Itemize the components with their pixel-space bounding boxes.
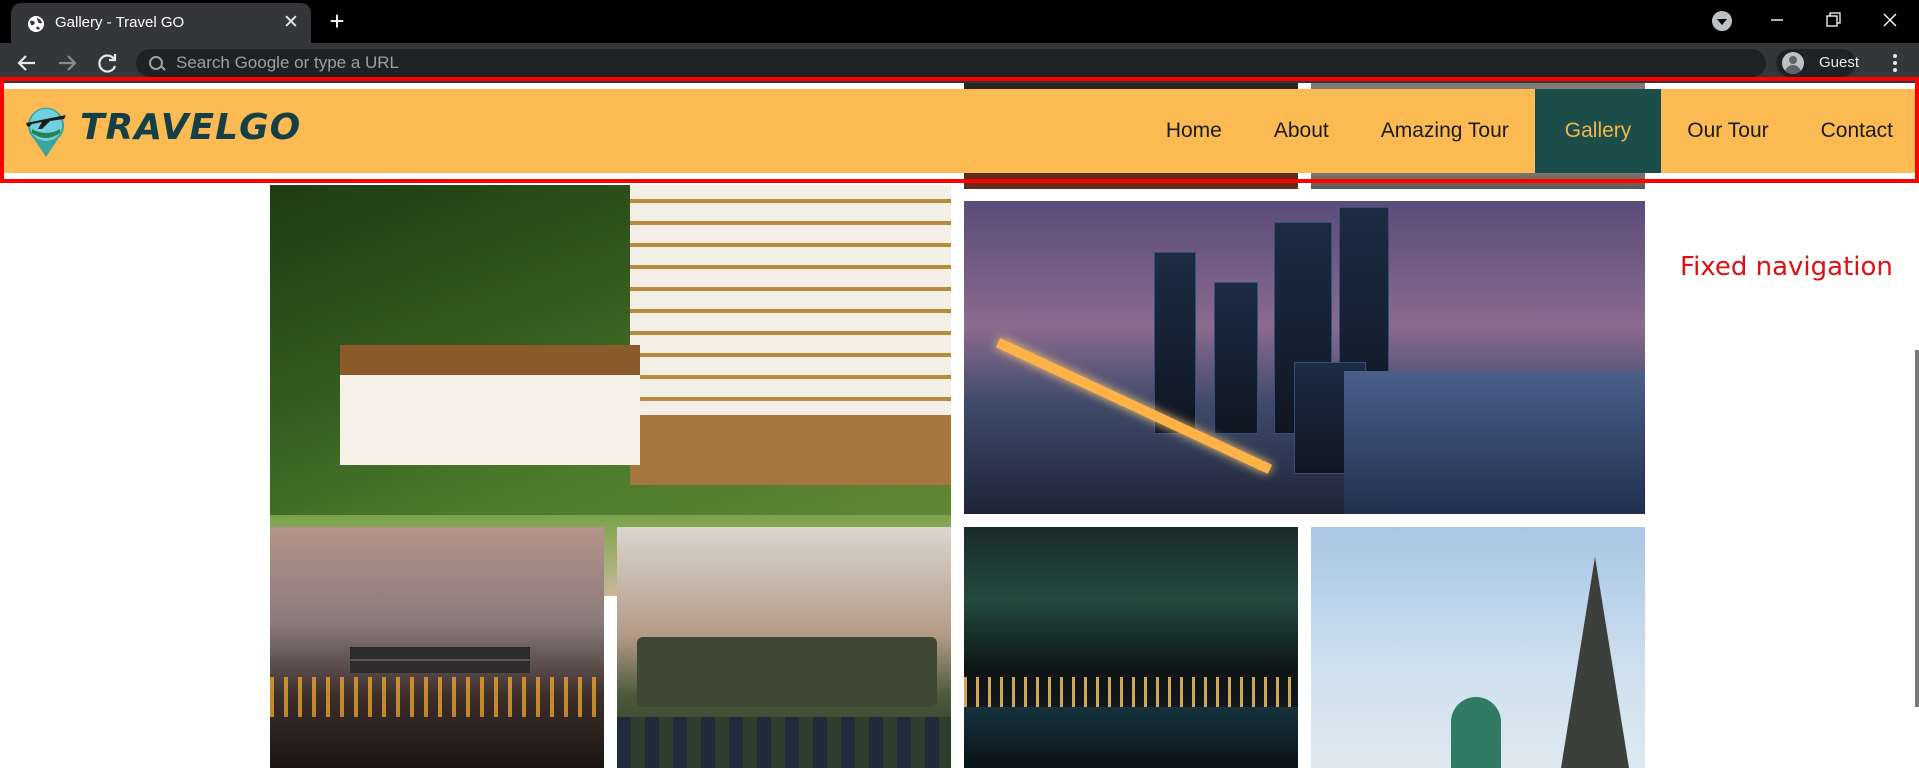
gallery-photo-canal[interactable] (270, 527, 604, 768)
photo-vehicle (637, 637, 937, 707)
nav-item-amazing-tour[interactable]: Amazing Tour (1355, 89, 1535, 173)
forward-arrow-icon[interactable] (51, 47, 83, 79)
address-bar[interactable]: Search Google or type a URL (136, 49, 1766, 77)
photo-dome (1451, 697, 1501, 768)
browser-tab-strip: Gallery - Travel GO ✕ + (0, 0, 1919, 43)
back-arrow-icon[interactable] (11, 47, 43, 79)
fixed-navigation-bar: TRAVELGO Home About Amazing Tour Gallery… (0, 89, 1919, 173)
photo-crowd (617, 717, 951, 768)
photo-lights (270, 677, 604, 717)
photo-river (1344, 371, 1644, 514)
photo-water (964, 707, 1298, 768)
avatar-icon (1782, 52, 1804, 74)
browser-tab[interactable]: Gallery - Travel GO ✕ (11, 3, 311, 43)
nav-item-home[interactable]: Home (1140, 89, 1248, 173)
nav-item-gallery[interactable]: Gallery (1534, 89, 1662, 173)
scrollbar-thumb[interactable] (1915, 350, 1919, 707)
nav-item-about[interactable]: About (1248, 89, 1355, 173)
gallery-photo-parade[interactable] (617, 527, 951, 768)
photo-lights (964, 677, 1298, 707)
travel-pin-icon (26, 107, 66, 157)
kebab-menu-icon[interactable] (1885, 51, 1905, 75)
profile-button[interactable]: Guest (1776, 49, 1860, 77)
logo-text: TRAVELGO (80, 107, 302, 148)
tab-search-icon[interactable] (1712, 11, 1732, 31)
globe-icon (28, 16, 44, 32)
reload-icon[interactable] (92, 47, 124, 79)
profile-label: Guest (1819, 54, 1860, 71)
gallery-grid (0, 83, 1919, 768)
search-icon (149, 56, 163, 70)
annotation-label: Fixed navigation (1680, 252, 1893, 282)
main-menu: Home About Amazing Tour Gallery Our Tour… (1140, 89, 1919, 173)
nav-item-contact[interactable]: Contact (1795, 89, 1919, 173)
address-placeholder: Search Google or type a URL (176, 53, 400, 72)
browser-toolbar: Search Google or type a URL Guest (0, 43, 1919, 83)
minimize-icon[interactable] (1762, 5, 1792, 35)
window-close-icon[interactable] (1875, 5, 1905, 35)
gallery-photo-night-kremlin[interactable] (964, 527, 1298, 768)
gallery-photo-church[interactable] (1311, 527, 1645, 768)
restore-icon[interactable] (1818, 5, 1848, 35)
photo-building (630, 185, 951, 485)
photo-spire (1561, 557, 1629, 768)
plus-icon[interactable]: + (323, 8, 351, 36)
tab-title: Gallery - Travel GO (55, 14, 185, 31)
site-logo[interactable]: TRAVELGO (20, 101, 300, 161)
photo-tower (1214, 282, 1258, 434)
photo-chalet (340, 345, 640, 465)
photo-bridge (350, 647, 530, 659)
gallery-photo-city-skyline[interactable] (964, 201, 1645, 514)
photo-tower (1154, 252, 1196, 434)
close-icon[interactable]: ✕ (279, 11, 303, 35)
nav-item-our-tour[interactable]: Our Tour (1661, 89, 1794, 173)
